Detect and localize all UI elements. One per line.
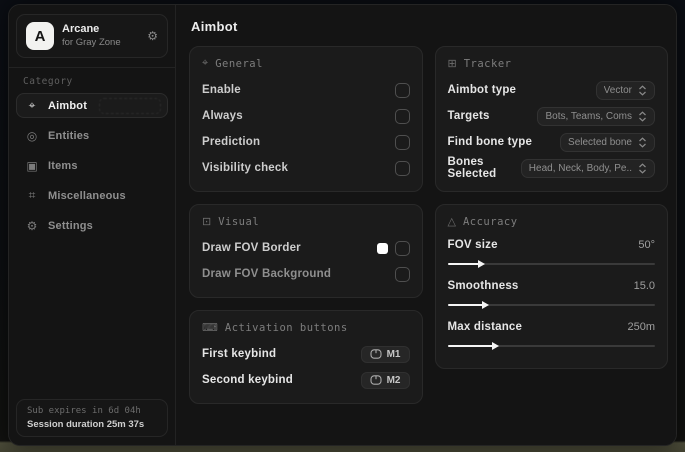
prediction-checkbox[interactable] (394, 134, 410, 150)
app-subtitle: for Gray Zone (62, 36, 121, 48)
sidebar-item-items[interactable]: ▣ Items (16, 153, 168, 178)
find-bone-type-dropdown[interactable]: Selected bone (560, 132, 655, 152)
general-card: ⌖ General Enable Always Prediction Visib… (189, 46, 423, 192)
sidebar-item-miscellaneous[interactable]: ⌗ Miscellaneous (16, 183, 168, 208)
settings-gear-icon[interactable]: ⚙ (147, 29, 158, 43)
app-title: Arcane (62, 23, 100, 36)
brand-header: A Arcane for Gray Zone ⚙ (16, 14, 168, 58)
entities-icon: ◎ (26, 128, 38, 143)
max-distance-slider[interactable] (447, 340, 655, 352)
slider-group: FOV size 50° (447, 235, 655, 270)
accuracy-card-title: Accuracy (462, 215, 518, 228)
sidebar: A Arcane for Gray Zone ⚙ Category ⌖ Aimb… (9, 5, 176, 445)
bones-selected-dropdown[interactable]: Head, Neck, Body, Pe.. (520, 158, 655, 178)
tracker-card-title: Tracker (463, 57, 512, 70)
visibility-check-checkbox[interactable] (394, 160, 410, 176)
setting-row: Draw FOV Background (202, 261, 410, 287)
slider-group: Max distance 250m (447, 317, 655, 352)
gauge-icon: △ (447, 216, 456, 228)
tracker-card: ⊞ Tracker Aimbot type Vector Targets Bot… (434, 46, 668, 192)
divider (9, 67, 175, 68)
setting-row: Draw FOV Border (202, 235, 410, 261)
sidebar-item-aimbot[interactable]: ⌖ Aimbot (16, 93, 168, 118)
setting-row: Prediction (202, 129, 410, 155)
sidebar-nav: ⌖ Aimbot ◎ Entities ▣ Items ⌗ Miscellane… (9, 93, 175, 243)
fov-size-value: 50° (638, 239, 655, 251)
scan-icon: ⊞ (447, 58, 457, 70)
mouse-icon (370, 375, 382, 385)
setting-row: Find bone type Selected bone (448, 129, 655, 155)
gear-icon: ⚙ (26, 218, 38, 233)
chevron-updown-icon (639, 162, 646, 174)
fov-size-slider[interactable] (447, 258, 655, 270)
image-icon: ⊡ (202, 216, 212, 228)
draw-fov-border-checkbox[interactable] (394, 240, 410, 256)
mouse-icon (370, 349, 382, 359)
page-title: Aimbot (191, 19, 238, 34)
max-distance-value: 250m (627, 321, 655, 333)
setting-row: Targets Bots, Teams, Coms (448, 103, 655, 129)
activation-card: ⌨ Activation buttons First keybind M1 Se… (189, 310, 423, 404)
smoothness-value: 15.0 (633, 280, 655, 292)
visual-card-title: Visual (218, 215, 260, 228)
watermark-ghost (99, 98, 161, 114)
second-keybind-button[interactable]: M2 (360, 371, 410, 389)
targets-dropdown[interactable]: Bots, Teams, Coms (537, 106, 655, 126)
sidebar-item-settings[interactable]: ⚙ Settings (16, 213, 168, 238)
cube-icon: ▣ (26, 158, 38, 173)
always-checkbox[interactable] (394, 108, 410, 124)
crosshair-icon: ⌖ (28, 98, 36, 112)
app-logo: A (26, 22, 54, 50)
setting-row: Always (202, 103, 410, 129)
first-keybind-button[interactable]: M1 (360, 345, 410, 363)
category-label: Category (23, 76, 73, 87)
keyboard-icon: ⌨ (202, 322, 218, 334)
visual-card: ⊡ Visual Draw FOV Border Draw FOV Backgr… (189, 204, 423, 298)
subscription-box: Sub expires in 6d 04h Session duration 2… (16, 399, 168, 437)
setting-row: Enable (202, 77, 410, 103)
setting-row: Visibility check (202, 155, 410, 181)
chevron-updown-icon (639, 110, 646, 122)
main-content: Aimbot ⌖ General Enable Always Predictio… (176, 5, 676, 445)
chevron-updown-icon (639, 84, 646, 96)
setting-row: Second keybind M2 (202, 367, 410, 393)
fov-border-color-swatch[interactable] (376, 242, 388, 254)
general-card-title: General (215, 57, 263, 70)
enable-checkbox[interactable] (394, 82, 410, 98)
app-window: A Arcane for Gray Zone ⚙ Category ⌖ Aimb… (8, 4, 677, 446)
smoothness-slider[interactable] (447, 299, 655, 311)
aimbot-type-dropdown[interactable]: Vector (595, 80, 655, 100)
setting-row: Bones Selected Head, Neck, Body, Pe.. (448, 155, 655, 181)
crosshair-icon: ⌖ (202, 57, 209, 69)
sidebar-item-entities[interactable]: ◎ Entities (16, 123, 168, 148)
session-duration-text: Session duration 25m 37s (27, 419, 145, 430)
slider-group: Smoothness 15.0 (447, 276, 655, 311)
sub-expiry-text: Sub expires in 6d 04h (27, 406, 141, 416)
draw-fov-background-checkbox[interactable] (394, 266, 410, 282)
hash-icon: ⌗ (28, 188, 36, 202)
setting-row: Aimbot type Vector (448, 77, 655, 103)
activation-card-title: Activation buttons (224, 321, 348, 334)
chevron-updown-icon (639, 136, 646, 148)
accuracy-card: △ Accuracy FOV size 50° Smoothness 15.0 … (434, 204, 668, 369)
setting-row: First keybind M1 (202, 341, 410, 367)
